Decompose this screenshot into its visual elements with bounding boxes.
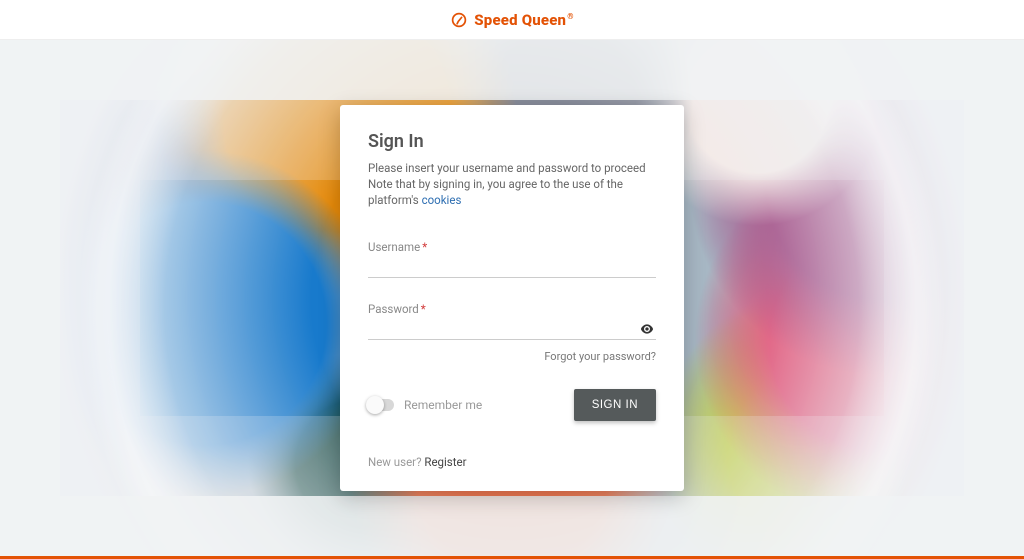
password-label: Password* — [368, 302, 656, 316]
username-field: Username* — [368, 240, 656, 278]
newuser-row: New user? Register — [368, 455, 656, 469]
subtitle-line2: Note that by signing in, you agree to th… — [368, 177, 623, 207]
subtitle-line1: Please insert your username and password… — [368, 161, 646, 175]
signin-card: Sign In Please insert your username and … — [340, 105, 684, 491]
card-subtitle: Please insert your username and password… — [368, 160, 656, 208]
speedqueen-icon — [450, 11, 468, 29]
remember-me-toggle[interactable] — [368, 399, 394, 411]
password-input[interactable] — [368, 316, 656, 340]
top-bar: Speed Queen® — [0, 0, 1024, 40]
brand-logo: Speed Queen® — [450, 11, 573, 29]
toggle-password-visibility-button[interactable] — [638, 320, 656, 338]
cookies-link[interactable]: cookies — [422, 193, 462, 207]
register-link[interactable]: Register — [424, 455, 466, 469]
signin-button[interactable]: SIGN IN — [574, 389, 656, 421]
card-title: Sign In — [368, 131, 656, 152]
eye-icon — [639, 321, 655, 337]
forgot-password-link[interactable]: Forgot your password? — [368, 350, 656, 363]
remember-me-label: Remember me — [404, 398, 482, 412]
remember-me-group: Remember me — [368, 398, 482, 412]
background-image: Sign In Please insert your username and … — [0, 40, 1024, 559]
username-input[interactable] — [368, 254, 656, 278]
toggle-knob-icon — [366, 396, 384, 414]
username-label: Username* — [368, 240, 656, 254]
actions-row: Remember me SIGN IN — [368, 389, 656, 421]
brand-text: Speed Queen® — [474, 11, 573, 29]
newuser-prefix: New user? — [368, 455, 424, 469]
password-field: Password* — [368, 302, 656, 340]
